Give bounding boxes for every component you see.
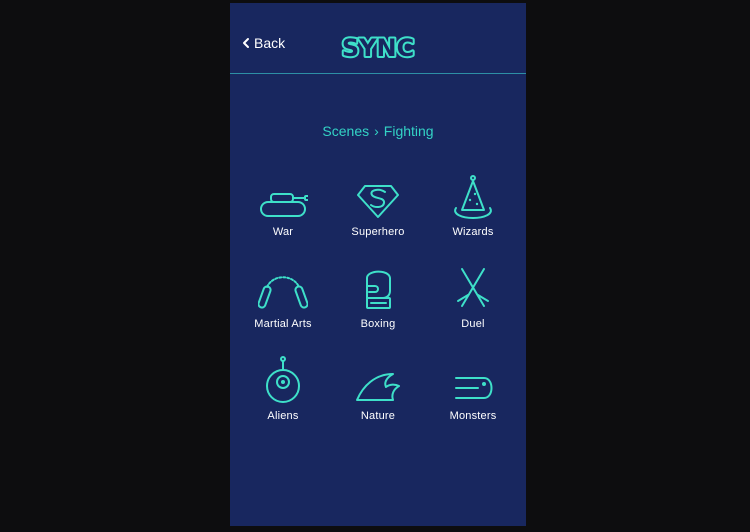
breadcrumb-parent[interactable]: Scenes — [322, 123, 369, 139]
scene-nature[interactable]: Nature — [330, 352, 426, 432]
nunchucks-icon — [258, 276, 308, 309]
breadcrumb: Scenes › Fighting — [230, 123, 526, 139]
chevron-left-icon — [243, 38, 249, 48]
app-header: Back SYNC — [230, 3, 526, 74]
scene-boxing[interactable]: Boxing — [330, 260, 426, 340]
scene-label: Nature — [360, 410, 396, 422]
scene-label: Wizards — [452, 226, 494, 238]
scene-aliens[interactable]: Aliens — [235, 352, 331, 432]
scene-duel[interactable]: Duel — [425, 260, 521, 340]
crossed-swords-icon — [457, 268, 489, 307]
back-button[interactable]: Back — [240, 35, 285, 51]
monster-icon — [455, 377, 493, 399]
breadcrumb-separator: › — [374, 123, 379, 139]
scene-war[interactable]: War — [235, 168, 331, 248]
scene-monsters[interactable]: Monsters — [425, 352, 521, 432]
scene-label: Monsters — [449, 410, 497, 422]
logo-text: SYNC — [342, 34, 414, 62]
scene-label: Duel — [461, 318, 485, 330]
tank-icon — [260, 193, 308, 217]
boxing-glove-icon — [366, 270, 391, 309]
scene-superhero[interactable]: Superhero — [330, 168, 426, 248]
scene-martial-arts[interactable]: Martial Arts — [235, 260, 331, 340]
scene-label: War — [272, 226, 294, 238]
superhero-emblem-icon — [357, 185, 399, 218]
app-screen: Back SYNC Scenes › Fighting War Superhero — [230, 3, 526, 526]
back-label: Back — [254, 35, 286, 51]
breadcrumb-current: Fighting — [383, 123, 434, 139]
scene-label: Superhero — [351, 226, 405, 238]
alien-icon — [266, 356, 300, 403]
scene-label: Aliens — [267, 410, 299, 422]
wave-icon — [356, 373, 400, 401]
wizard-hat-icon — [454, 175, 492, 219]
scene-label: Boxing — [360, 318, 396, 330]
scene-label: Martial Arts — [254, 318, 312, 330]
sync-logo: SYNC — [340, 32, 416, 63]
scene-wizards[interactable]: Wizards — [425, 168, 521, 248]
